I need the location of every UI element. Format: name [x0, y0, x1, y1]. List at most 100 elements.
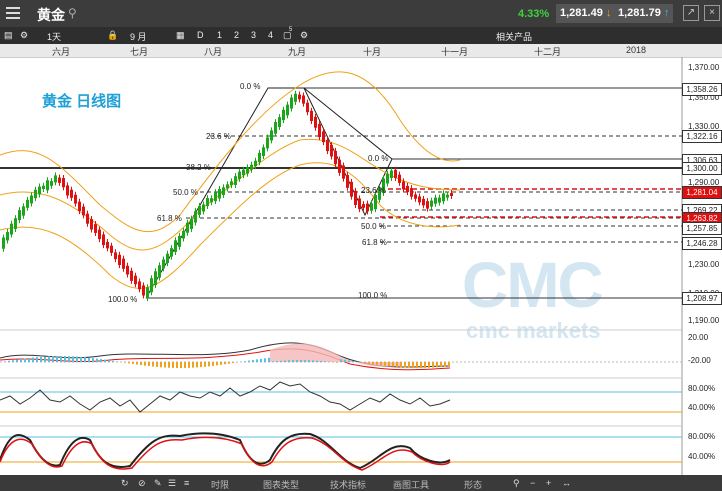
- candle-body: [70, 189, 73, 198]
- candle-body: [6, 232, 9, 241]
- candle-body: [118, 254, 121, 266]
- candle-body: [442, 193, 445, 202]
- candle-body: [114, 252, 117, 260]
- candle-body: [306, 102, 309, 113]
- macd-bar: [324, 361, 326, 362]
- candle-body: [410, 188, 413, 197]
- macd-bar: [316, 360, 318, 362]
- macd-bar: [68, 356, 70, 362]
- candle-body: [310, 110, 313, 122]
- tab-timeframe[interactable]: 时限: [211, 478, 229, 491]
- tab-indicators[interactable]: 技术指标: [330, 478, 366, 491]
- candle-body: [74, 194, 77, 204]
- candle-body: [206, 198, 209, 207]
- candle-body: [258, 152, 261, 163]
- macd-bar: [152, 362, 154, 367]
- macd-bar: [140, 362, 142, 366]
- price-flag: 1,322.16: [682, 130, 722, 143]
- candle-body: [126, 265, 129, 275]
- macd-bar: [52, 356, 54, 362]
- candle-body: [370, 203, 373, 211]
- candle-body: [102, 234, 105, 246]
- macd-bar: [84, 357, 86, 362]
- tab-drawing-tools[interactable]: 画图工具: [393, 478, 429, 491]
- macd-bar: [400, 362, 402, 368]
- candle-body: [86, 213, 89, 224]
- refresh-icon[interactable]: ↻: [121, 478, 129, 489]
- macd-bar: [376, 362, 378, 365]
- candle-body: [270, 130, 273, 141]
- macd-bar: [128, 362, 130, 364]
- macd-bar: [48, 356, 50, 362]
- zoom-search-icon[interactable]: ⚲: [513, 478, 520, 489]
- fib-label: 61.8 %: [157, 214, 182, 223]
- macd-bar: [432, 362, 434, 368]
- candle-body: [214, 192, 217, 202]
- candle-body: [106, 241, 109, 249]
- candle-body: [266, 137, 269, 149]
- candle-body: [210, 198, 213, 203]
- candle-body: [130, 270, 133, 281]
- macd-bar: [344, 359, 346, 362]
- macd-bar: [440, 362, 442, 368]
- menu-icon[interactable]: ≡: [184, 478, 189, 488]
- macd-bar: [268, 357, 270, 362]
- candle-body: [150, 278, 153, 293]
- macd-bar: [124, 362, 126, 363]
- macd-bar: [80, 356, 82, 362]
- fib-label: 50.0 %: [361, 222, 386, 231]
- macd-bar: [348, 360, 350, 362]
- candle-body: [398, 174, 401, 183]
- macd-bar: [76, 356, 78, 362]
- macd-bar: [72, 356, 74, 362]
- candle-body: [234, 176, 237, 185]
- macd-bar: [164, 362, 166, 368]
- macd-bar: [4, 361, 6, 362]
- candle-body: [422, 198, 425, 206]
- macd-bar: [196, 362, 198, 368]
- macd-panel: [0, 342, 682, 371]
- price-chart[interactable]: [0, 0, 722, 491]
- stoch-tick: 40.00%: [688, 452, 716, 461]
- macd-bar: [156, 362, 158, 367]
- macd-bar: [424, 362, 426, 368]
- fib-label: 100.0 %: [358, 291, 388, 300]
- macd-bar: [132, 362, 134, 364]
- candle-body: [58, 177, 61, 183]
- candle-body: [82, 206, 85, 216]
- zoom-out-icon[interactable]: −: [530, 478, 535, 488]
- candle-body: [414, 194, 417, 199]
- candle-body: [186, 222, 189, 233]
- pencil-icon[interactable]: ✎: [154, 478, 162, 489]
- candle-body: [294, 93, 297, 102]
- macd-bar: [300, 360, 302, 362]
- tab-chart-type[interactable]: 图表类型: [263, 478, 299, 491]
- macd-bar: [184, 362, 186, 368]
- macd-tick: -20.00: [688, 356, 711, 365]
- candle-body: [158, 265, 161, 278]
- macd-bar: [228, 362, 230, 364]
- zoom-in-icon[interactable]: +: [546, 478, 551, 488]
- candle-body: [318, 124, 321, 138]
- candle-body: [374, 194, 377, 210]
- macd-bar: [232, 362, 234, 364]
- rsi-panel: [0, 377, 682, 413]
- macd-bar: [308, 360, 310, 362]
- candle-body: [314, 116, 317, 128]
- fit-icon[interactable]: ↔: [562, 478, 571, 488]
- layers-icon[interactable]: ☰: [168, 478, 176, 489]
- macd-bar: [144, 362, 146, 366]
- no-entry-icon[interactable]: ⊘: [138, 478, 146, 489]
- candle-body: [246, 167, 249, 174]
- macd-bar: [364, 362, 366, 363]
- macd-bar: [384, 362, 386, 366]
- candle-body: [366, 203, 369, 212]
- tab-patterns[interactable]: 形态: [464, 478, 482, 491]
- macd-bar: [24, 358, 26, 362]
- macd-bar: [116, 361, 118, 362]
- candle-body: [98, 229, 101, 240]
- macd-bar: [168, 362, 170, 368]
- macd-bar: [104, 359, 106, 362]
- candle-body: [30, 195, 33, 204]
- macd-bar: [380, 362, 382, 366]
